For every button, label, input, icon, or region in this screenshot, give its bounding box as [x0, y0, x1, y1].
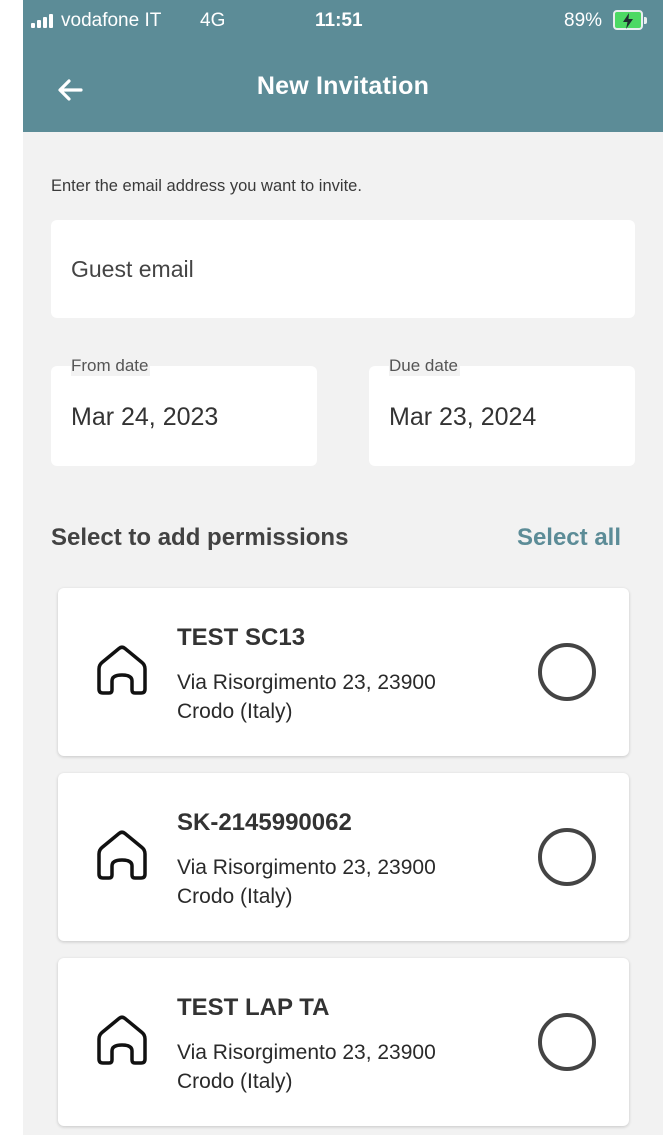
property-address-line: Crodo (Italy) — [177, 885, 293, 908]
property-name: TEST LAP TA — [177, 994, 330, 1021]
from-date-label: From date — [71, 356, 151, 376]
property-address: Via Risorgimento 23, 23900 Crodo (Italy) — [177, 668, 436, 726]
carrier-name: vodafone IT — [61, 10, 162, 31]
property-name: TEST SC13 — [177, 624, 306, 651]
guest-email-input[interactable]: Guest email — [51, 220, 635, 318]
select-radio-button[interactable] — [538, 828, 596, 886]
select-radio-button[interactable] — [538, 643, 596, 701]
status-bar: vodafone IT 4G 11:51 89% — [23, 0, 663, 44]
app-screen: vodafone IT 4G 11:51 89% New Invitation … — [23, 0, 663, 1135]
select-radio-button[interactable] — [538, 1013, 596, 1071]
property-address-line: Crodo (Italy) — [177, 1070, 293, 1093]
home-icon — [97, 1015, 147, 1065]
property-address-line: Via Risorgimento 23, 23900 — [177, 1041, 436, 1064]
permissions-heading: Select to add permissions — [51, 524, 349, 551]
home-icon — [97, 830, 147, 880]
from-date-value: Mar 24, 2023 — [71, 403, 219, 431]
property-card[interactable]: SK-2145990062 Via Risorgimento 23, 23900… — [58, 773, 629, 941]
status-time: 11:51 — [315, 10, 363, 31]
signal-icon — [31, 14, 57, 28]
due-date-label: Due date — [389, 356, 460, 376]
property-name: SK-2145990062 — [177, 809, 352, 836]
home-icon — [97, 645, 147, 695]
battery-icon — [613, 10, 647, 30]
property-address: Via Risorgimento 23, 23900 Crodo (Italy) — [177, 853, 436, 911]
property-address-line: Via Risorgimento 23, 23900 — [177, 856, 436, 879]
email-instruction: Enter the email address you want to invi… — [51, 177, 362, 195]
property-address-line: Via Risorgimento 23, 23900 — [177, 671, 436, 694]
property-address: Via Risorgimento 23, 23900 Crodo (Italy) — [177, 1038, 436, 1096]
due-date-field[interactable]: Due date Mar 23, 2024 — [369, 356, 635, 466]
from-date-field[interactable]: From date Mar 24, 2023 — [51, 356, 317, 466]
network-type: 4G — [200, 10, 226, 31]
due-date-value: Mar 23, 2024 — [389, 403, 537, 431]
property-card[interactable]: TEST LAP TA Via Risorgimento 23, 23900 C… — [58, 958, 629, 1126]
page-title: New Invitation — [256, 72, 430, 100]
battery-percentage: 89% — [564, 10, 603, 31]
property-address-line: Crodo (Italy) — [177, 700, 293, 723]
guest-email-placeholder: Guest email — [71, 256, 194, 282]
app-header: vodafone IT 4G 11:51 89% New Invitation — [23, 0, 663, 132]
select-all-button[interactable]: Select all — [517, 524, 621, 552]
property-card[interactable]: TEST SC13 Via Risorgimento 23, 23900 Cro… — [58, 588, 629, 756]
